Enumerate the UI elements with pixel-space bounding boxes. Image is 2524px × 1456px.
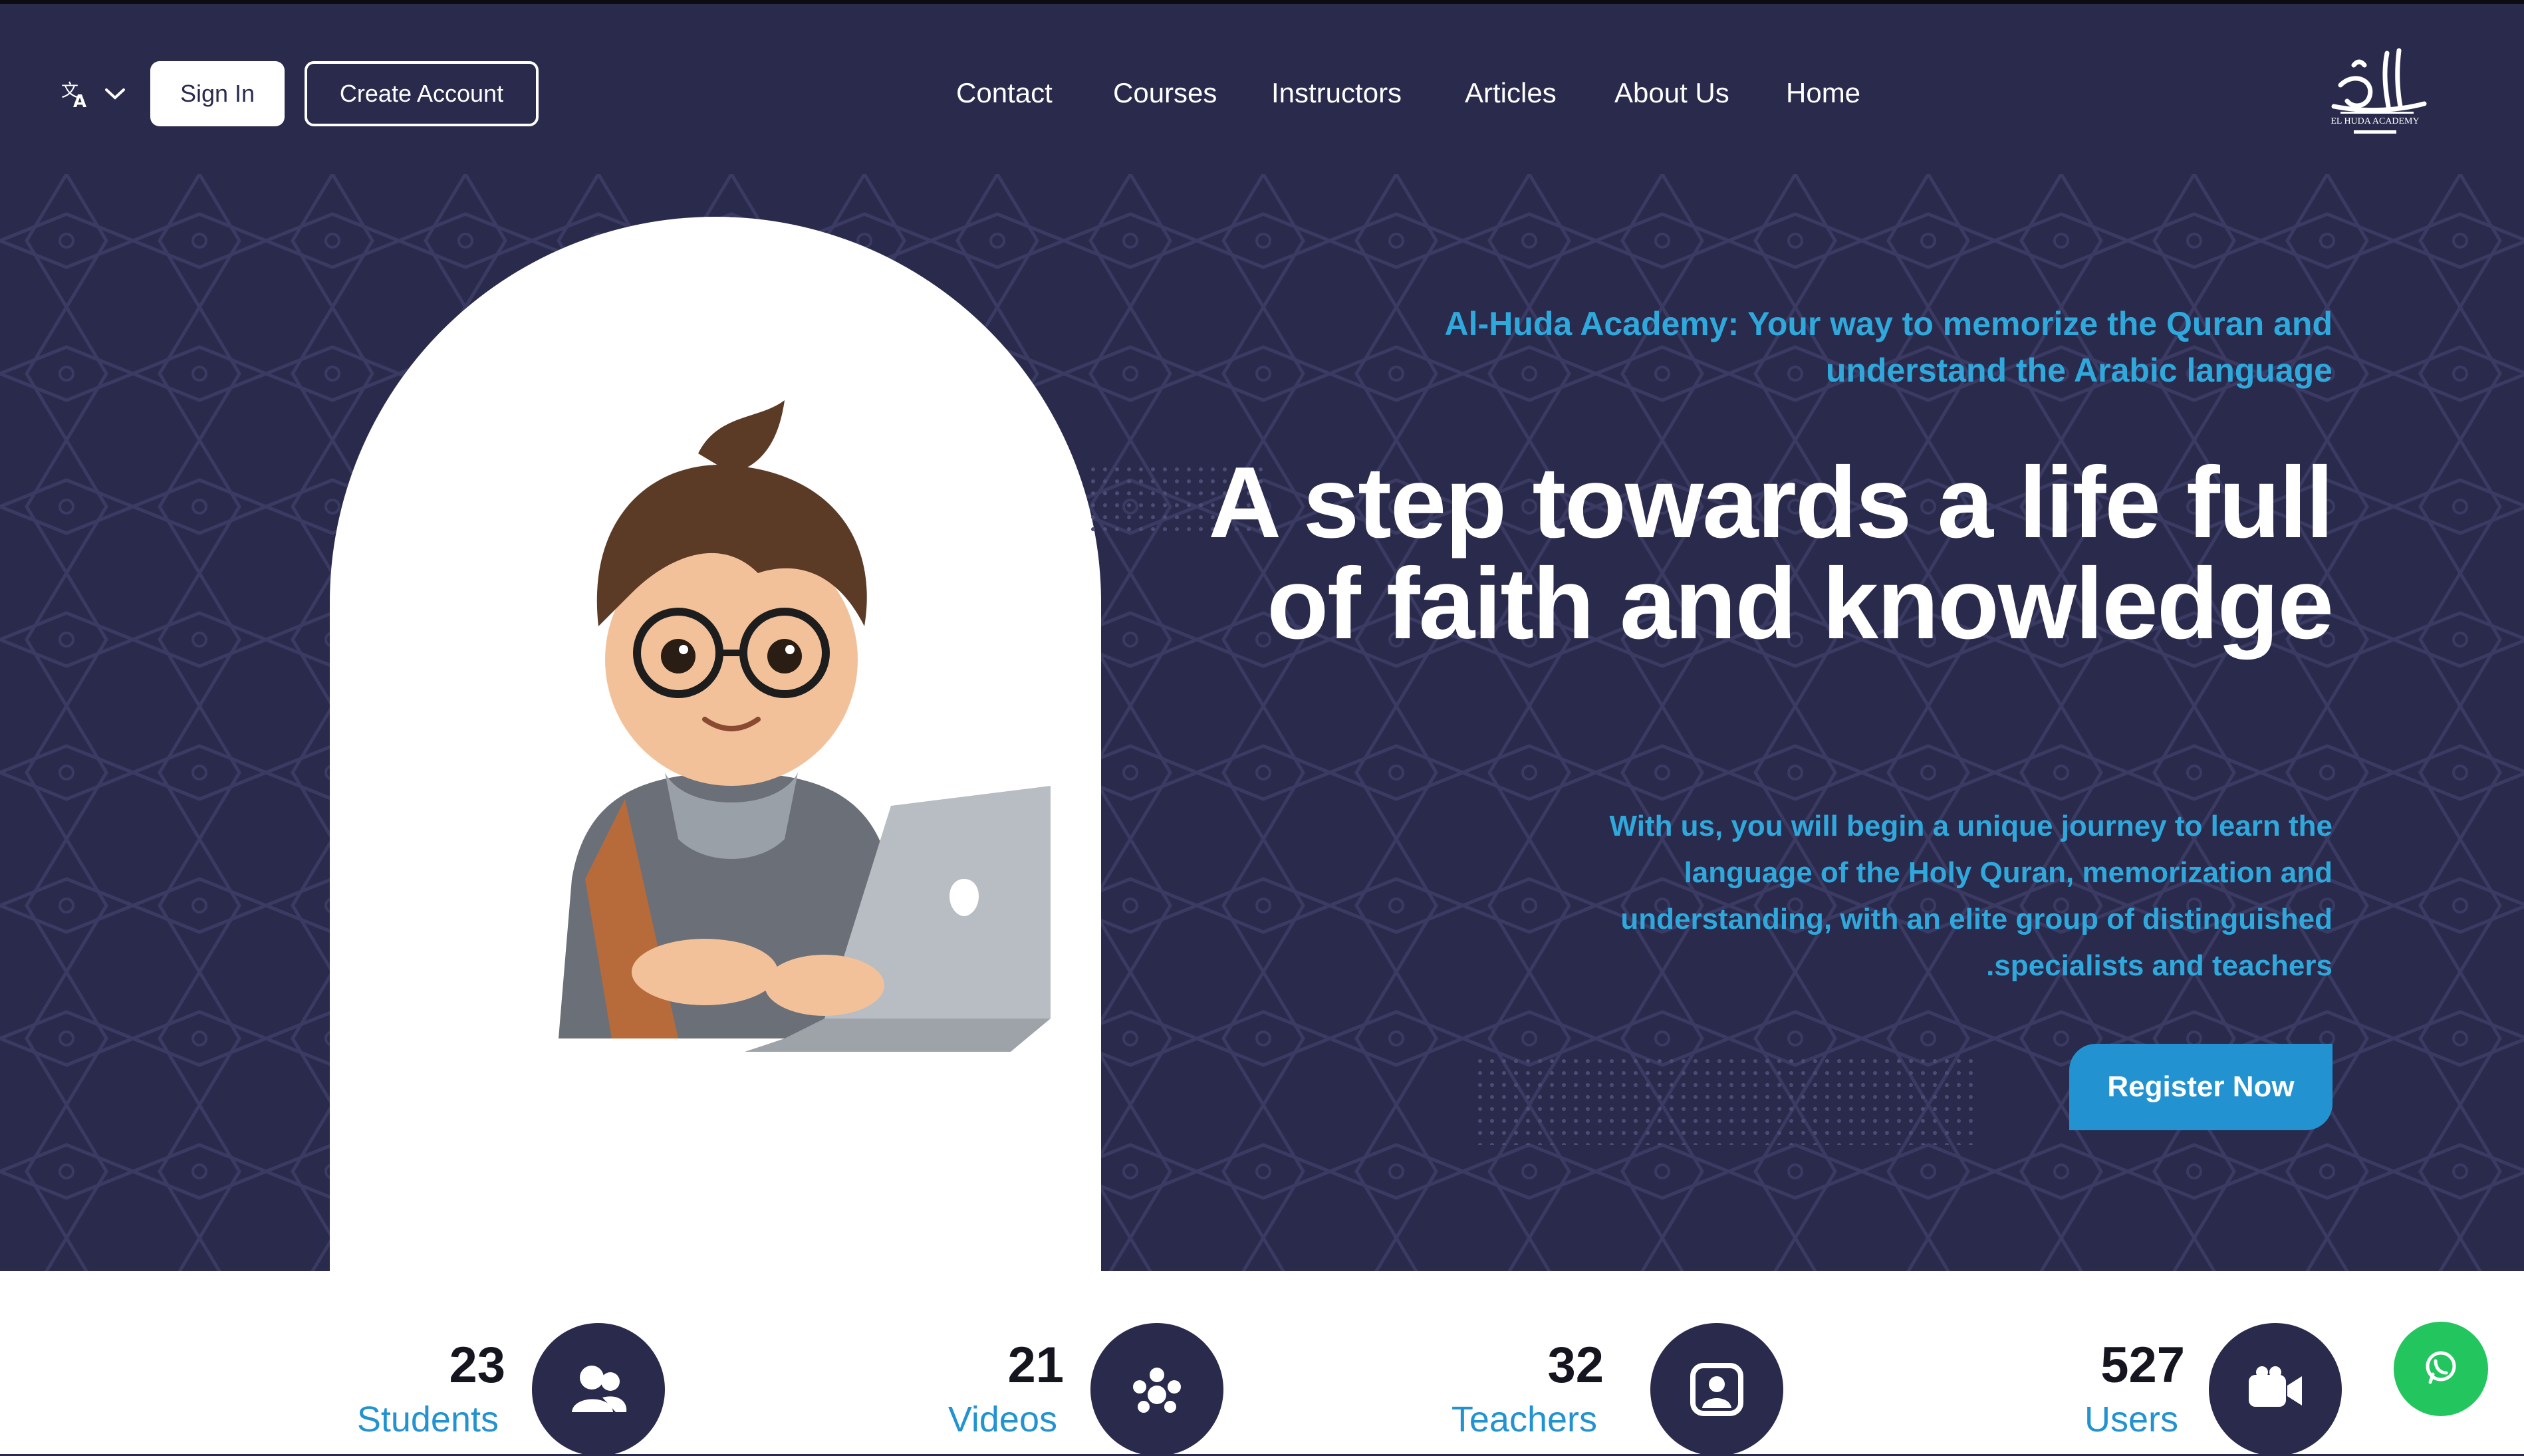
svg-text:A: A [73, 92, 86, 110]
chevron-down-icon [104, 86, 126, 104]
profile-icon [1650, 1323, 1783, 1456]
nav-instructors[interactable]: Instructors [1271, 73, 1402, 113]
student-laptop-illustration [412, 374, 1064, 1112]
stat-students-label: Students [356, 1399, 499, 1439]
sign-in-button[interactable]: Sign In [150, 61, 285, 126]
dot-grid-decoration-bottom [1477, 1058, 1976, 1145]
stat-students-value: 23 [449, 1337, 505, 1394]
whatsapp-icon [2421, 1348, 2461, 1391]
nav-home[interactable]: Home [1786, 73, 1860, 113]
stat-teachers-value: 32 [1547, 1337, 1604, 1394]
hero-section: Al-Huda Academy: Your way to memorize th… [0, 174, 2524, 1271]
stats-section: 23 Students 21 Videos 32 Teachers 527 Us… [0, 1271, 2524, 1456]
video-camera-icon [2209, 1323, 2342, 1456]
translate-icon: 文 A [60, 78, 92, 113]
nav-about-us[interactable]: About Us [1614, 73, 1729, 113]
whatsapp-button[interactable] [2394, 1322, 2488, 1416]
hero-description: With us, you will begin a unique journey… [1609, 810, 2333, 982]
hero-headline: A step towards a life full of faith and … [1208, 446, 2334, 660]
svg-text:EL HUDA ACADEMY: EL HUDA ACADEMY [2331, 116, 2419, 126]
stat-videos-value: 21 [1007, 1337, 1064, 1394]
stat-users-label: Users [2084, 1399, 2178, 1439]
nav-courses[interactable]: Courses [1113, 73, 1217, 113]
academy-logo[interactable]: EL HUDA ACADEMY [2314, 45, 2434, 138]
create-account-button[interactable]: Create Account [305, 61, 539, 126]
stat-videos-label: Videos [947, 1399, 1057, 1439]
nav-contact[interactable]: Contact [956, 73, 1053, 113]
stat-users-value: 527 [2100, 1337, 2185, 1394]
language-switcher[interactable]: 文 A [60, 78, 133, 112]
site-header: 文 A Sign In Create Account Contact Cours… [0, 4, 2524, 174]
group-icon [1090, 1323, 1223, 1456]
nav-articles[interactable]: Articles [1465, 73, 1557, 113]
stat-teachers-label: Teachers [1451, 1399, 1597, 1439]
hero-tagline: Al-Huda Academy: Your way to memorize th… [1444, 305, 2333, 389]
users-icon [532, 1323, 665, 1456]
register-now-button[interactable]: Register Now [2069, 1044, 2333, 1130]
